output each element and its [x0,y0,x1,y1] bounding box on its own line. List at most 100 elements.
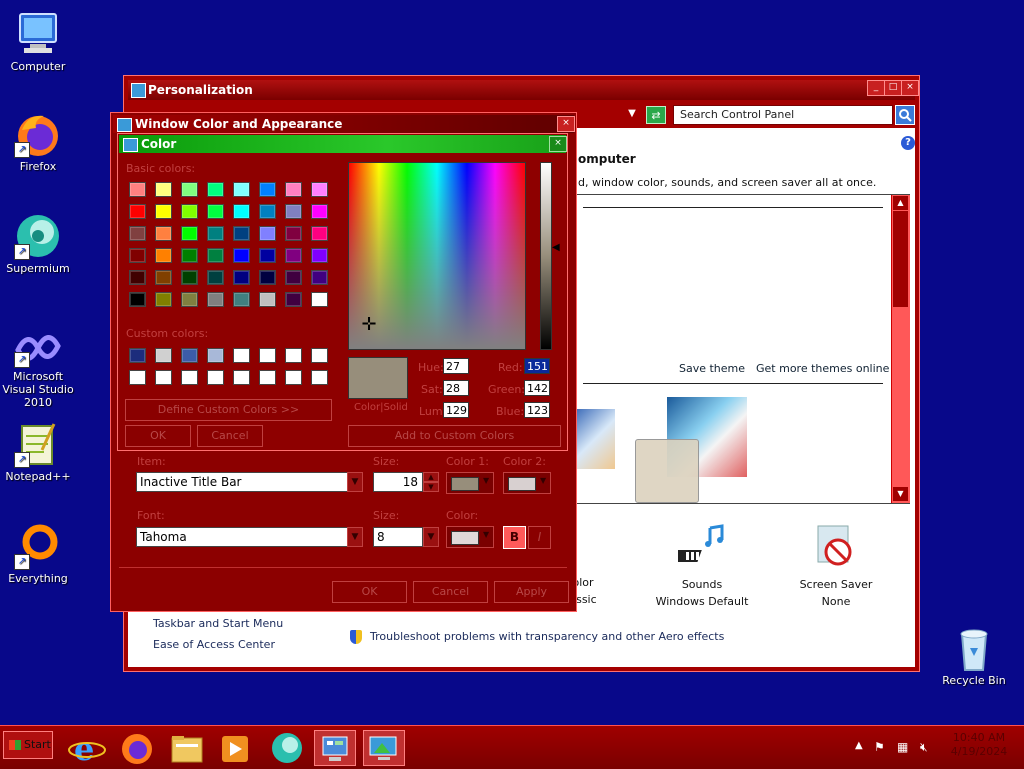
theme-thumbnail[interactable] [575,409,615,469]
color-dialog[interactable]: Color × Basic colors: Custom colors: Def… [117,133,568,451]
wca-title-bar[interactable]: Window Color and Appearance [113,115,574,133]
search-input[interactable]: Search Control Panel [673,105,893,125]
scroll-down-arrow[interactable]: ▼ [893,487,908,501]
color-swatch[interactable] [285,270,302,285]
taskbar-media-player[interactable] [214,730,256,766]
color-swatch[interactable] [285,204,302,219]
color-swatch[interactable] [233,226,250,241]
color-swatch[interactable] [155,292,172,307]
color-swatch[interactable] [181,204,198,219]
color-swatch[interactable] [311,270,328,285]
color-swatch[interactable] [181,248,198,263]
color-swatch[interactable] [155,270,172,285]
color-swatch[interactable] [207,226,224,241]
color-ok-button[interactable]: OK [125,425,191,447]
color-swatch[interactable] [207,292,224,307]
color-swatch[interactable] [129,370,146,385]
theme-list[interactable]: Save theme Get more themes online ▲ ▼ [574,194,910,504]
desktop-icon-firefox[interactable]: ↗ Firefox [0,110,76,173]
size-input[interactable]: 18 [373,472,423,492]
color-swatch[interactable] [155,370,172,385]
item-select[interactable]: Inactive Title Bar [136,472,348,492]
color-title-bar[interactable]: Color [119,135,566,153]
desktop-icon-recycle-bin[interactable]: Recycle Bin [936,624,1012,687]
color-swatch[interactable] [233,204,250,219]
color2-button[interactable]: ▼ [503,472,551,494]
wca-close-button[interactable]: × [557,116,575,132]
color-swatch[interactable] [285,370,302,385]
theme-thumbnail-selected[interactable] [635,439,699,503]
color-swatch[interactable] [311,182,328,197]
theme-list-scrollbar[interactable]: ▲ ▼ [891,195,910,503]
taskbar-firefox[interactable] [116,730,158,766]
color-swatch[interactable] [259,248,276,263]
help-icon[interactable]: ? [901,136,915,150]
taskbar-start-menu-link[interactable]: Taskbar and Start Menu [153,617,283,630]
refresh-button[interactable]: ⇄ [646,106,666,124]
color-swatch[interactable] [181,348,198,363]
start-button[interactable]: Start [3,731,53,759]
taskbar-explorer[interactable] [166,730,208,766]
color1-button[interactable]: ▼ [446,472,494,494]
color-swatch[interactable] [181,270,198,285]
color-swatch[interactable] [129,182,146,197]
taskbar-supermium[interactable] [266,730,308,766]
volume-muted-icon[interactable]: 🔇︎ [920,740,928,755]
size-spin-up[interactable]: ▲ [423,472,439,482]
network-icon[interactable]: ▦ [897,740,908,754]
color-swatch[interactable] [233,348,250,363]
show-hidden-icons[interactable]: ▲ [855,740,863,751]
bold-button[interactable]: B [503,526,526,549]
sounds-item[interactable]: Sounds Windows Default [652,522,752,608]
color-swatch[interactable] [155,248,172,263]
maximize-button[interactable]: □ [884,80,902,96]
color-swatch[interactable] [129,204,146,219]
color-swatch[interactable] [311,204,328,219]
color-swatch[interactable] [259,226,276,241]
minimize-button[interactable]: _ [867,80,885,96]
taskbar-personalization[interactable] [363,730,405,766]
wca-ok-button[interactable]: OK [332,581,407,603]
color-swatch[interactable] [233,248,250,263]
color-swatch[interactable] [311,248,328,263]
color-swatch[interactable] [207,182,224,197]
color-swatch[interactable] [207,270,224,285]
color-swatch[interactable] [233,270,250,285]
color-swatch[interactable] [311,226,328,241]
address-dropdown-arrow[interactable]: ▼ [624,106,640,122]
color-swatch[interactable] [155,348,172,363]
font-size-dropdown-button[interactable]: ▼ [423,527,439,547]
color-swatch[interactable] [129,292,146,307]
color-swatch[interactable] [129,270,146,285]
add-to-custom-colors-button[interactable]: Add to Custom Colors [348,425,561,447]
luminosity-slider[interactable] [540,162,552,350]
color-swatch[interactable] [285,226,302,241]
lum-input[interactable]: 129 [443,402,469,418]
more-themes-link[interactable]: Get more themes online [756,362,889,375]
color-swatch[interactable] [311,348,328,363]
color-swatch[interactable] [259,348,276,363]
color-swatch[interactable] [311,292,328,307]
color-cancel-button[interactable]: Cancel [197,425,263,447]
italic-button[interactable]: I [528,526,551,549]
green-input[interactable]: 142 [524,380,550,396]
color-swatch[interactable] [285,182,302,197]
action-center-flag-icon[interactable]: ⚑ [874,740,885,754]
color-swatch[interactable] [285,292,302,307]
color-swatch[interactable] [129,226,146,241]
color-swatch[interactable] [207,348,224,363]
color-swatch[interactable] [181,292,198,307]
wca-cancel-button[interactable]: Cancel [413,581,488,603]
personalization-title-bar[interactable]: Personalization [128,80,915,100]
wca-apply-button[interactable]: Apply [494,581,569,603]
desktop-icon-everything[interactable]: ↗ Everything [0,522,76,585]
font-size-select[interactable]: 8 [373,527,423,547]
color-swatch[interactable] [207,204,224,219]
taskbar-ie[interactable]: e [66,730,108,768]
color-swatch[interactable] [233,370,250,385]
color-swatch[interactable] [285,248,302,263]
luminosity-arrow[interactable]: ◀ [552,242,560,253]
color-swatch[interactable] [129,348,146,363]
color-swatch[interactable] [181,370,198,385]
size-spin-down[interactable]: ▼ [423,482,439,492]
